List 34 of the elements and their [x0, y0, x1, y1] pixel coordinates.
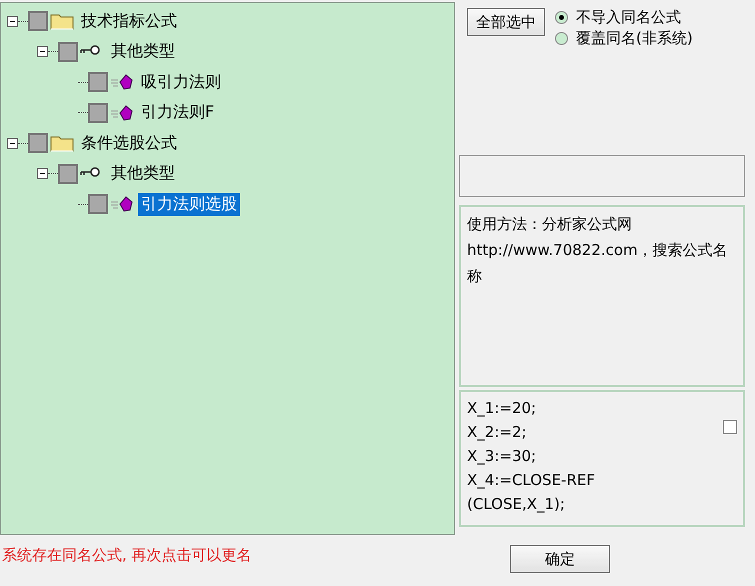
- tree-item[interactable]: 引力法则选股: [138, 192, 240, 216]
- status-message: 系统存在同名公式, 再次点击可以更名: [2, 546, 253, 564]
- radio-button[interactable]: [555, 11, 568, 24]
- collapse-icon[interactable]: [37, 46, 48, 58]
- checkbox[interactable]: [28, 11, 48, 32]
- checkbox[interactable]: [58, 42, 78, 62]
- collapse-icon[interactable]: [7, 138, 18, 149]
- radio-button[interactable]: [555, 32, 568, 45]
- folder-icon: [50, 12, 74, 30]
- empty-field[interactable]: [459, 155, 745, 197]
- tree-item[interactable]: 其他类型: [108, 40, 178, 64]
- radio-label[interactable]: 覆盖同名(非系统): [576, 29, 693, 48]
- tree-item[interactable]: 技术指标公式: [78, 10, 180, 33]
- checkbox[interactable]: [58, 164, 78, 184]
- tree-item[interactable]: 其他类型: [108, 162, 178, 186]
- gem-icon: [110, 196, 134, 212]
- description-box[interactable]: 使用方法：分析家公式网http://www.70822.com，搜索公式名称: [459, 205, 745, 387]
- select-all-button[interactable]: 全部选中: [467, 8, 545, 36]
- folder-icon: [50, 134, 74, 152]
- gem-icon: [110, 104, 134, 121]
- collapse-icon[interactable]: [7, 16, 18, 27]
- checkbox[interactable]: [28, 133, 48, 154]
- tree-item[interactable]: 条件选股公式: [78, 132, 180, 155]
- radio-label[interactable]: 不导入同名公式: [576, 8, 681, 27]
- ok-button[interactable]: 确定: [510, 545, 610, 573]
- checkbox[interactable]: [88, 102, 108, 123]
- checkbox[interactable]: [88, 194, 108, 214]
- tree-item[interactable]: 吸引力法则: [138, 70, 224, 94]
- checkbox[interactable]: [723, 420, 737, 434]
- collapse-icon[interactable]: [37, 168, 48, 180]
- gem-icon: [110, 74, 134, 90]
- checkbox[interactable]: [88, 72, 108, 92]
- code-box[interactable]: X_1:=20; X_2:=2; X_3:=30; X_4:=CLOSE-REF (CLOSE,X_1);: [459, 390, 745, 527]
- tree-item[interactable]: 引力法则F: [138, 101, 218, 124]
